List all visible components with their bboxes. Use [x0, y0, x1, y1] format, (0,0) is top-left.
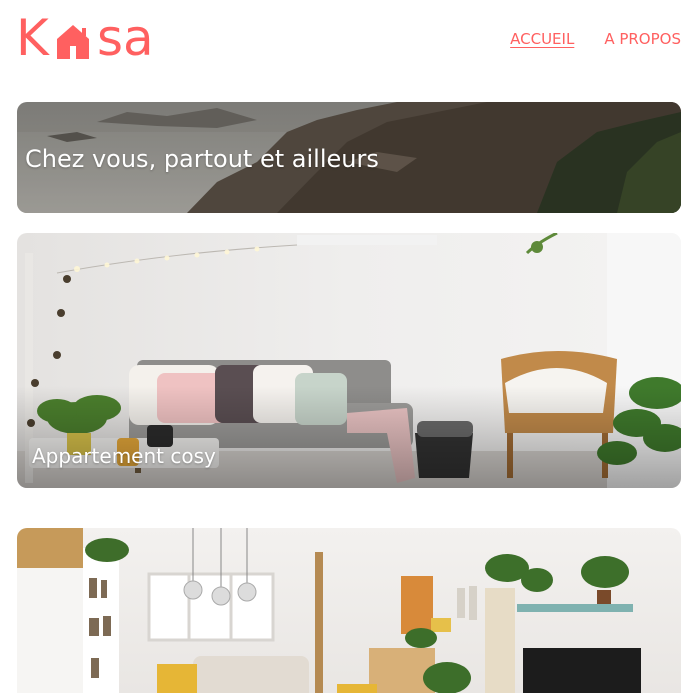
page: K sa ACCUEIL A PROPOS Chez vous, partout… — [0, 0, 699, 693]
kasa-logo[interactable]: K sa — [16, 8, 161, 67]
banner-caption: Chez vous, partout et ailleurs — [25, 145, 379, 173]
listing-title: Appartement cosy — [32, 444, 216, 468]
listing-card[interactable]: Appartement cosy — [17, 233, 681, 488]
house-icon — [57, 25, 89, 59]
nav-link-accueil[interactable]: ACCUEIL — [510, 29, 574, 49]
header: K sa ACCUEIL A PROPOS — [0, 0, 699, 80]
listing-card[interactable] — [17, 528, 681, 693]
nav-link-a-propos[interactable]: A PROPOS — [604, 29, 681, 49]
main-nav: ACCUEIL A PROPOS — [510, 29, 681, 49]
logo-letters-sa: sa — [97, 9, 154, 67]
open-living-room-image — [17, 528, 681, 693]
hero-banner: Chez vous, partout et ailleurs — [17, 102, 681, 213]
logo-letter-k: K — [16, 9, 49, 67]
